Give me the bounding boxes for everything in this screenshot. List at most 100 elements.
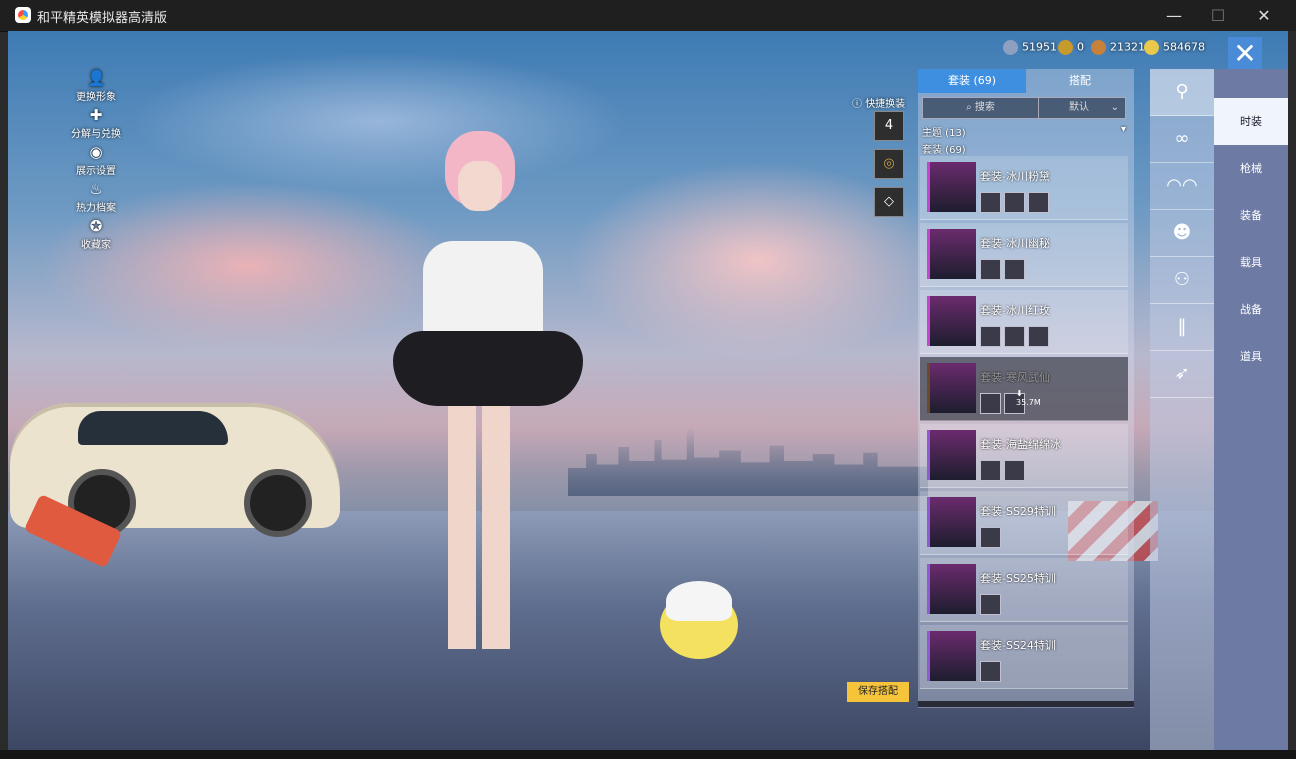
pants-icon[interactable]: ‖ <box>1150 304 1214 351</box>
eye-icon: ◉ <box>89 143 103 161</box>
hanger-icon[interactable]: ⚲ <box>1150 69 1214 116</box>
window-edge <box>1288 31 1296 750</box>
list-item[interactable]: 套装-SS29特训 <box>920 491 1128 555</box>
download-indicator[interactable]: ⬇ 35.7M <box>1016 389 1041 407</box>
person-icon: 👤 <box>87 69 106 87</box>
theme-header-text: 主题 (13) <box>922 128 966 139</box>
menu-label: 更换形象 <box>76 92 116 103</box>
download-size: 35.7M <box>1016 398 1041 407</box>
panel-tabs: 套装 (69) 搭配 <box>918 69 1134 93</box>
category-equipment[interactable]: 装备 <box>1214 192 1288 239</box>
category-column: 时装 枪械 装备 载具 战备 道具 <box>1214 69 1288 750</box>
change-appearance-button[interactable]: 👤 更换形象 <box>63 69 129 103</box>
item-name: 套装-冰川幽秘 <box>980 237 1050 250</box>
glasses-icon[interactable]: ◠◠ <box>1150 163 1214 210</box>
theme-header[interactable]: 主题 (13) ▾ <box>922 124 1128 139</box>
list-item[interactable]: 套装-冰川幽秘 <box>920 223 1128 287</box>
medal-icon: ✪ <box>89 217 103 235</box>
list-item[interactable]: 套装-冰川红玫 <box>920 290 1128 354</box>
item-name: 套装-寒风武仙 <box>980 371 1050 384</box>
list-item[interactable]: 套装-SS24特训 <box>920 625 1128 689</box>
accessory-icon <box>1004 259 1025 280</box>
currency-3: 21321 <box>1091 40 1145 55</box>
sort-value: 默认 <box>1069 102 1089 113</box>
taskbar-strip <box>0 750 1296 759</box>
car-window <box>78 411 228 445</box>
tab-suits[interactable]: 套装 (69) <box>918 69 1026 93</box>
app-logo-icon <box>15 7 31 23</box>
accessory-icon <box>1004 326 1025 347</box>
item-thumbnail <box>927 162 976 212</box>
accessory-icon <box>980 661 1001 682</box>
accessory-list <box>980 460 1028 485</box>
close-window-button[interactable]: ✕ <box>1242 3 1286 28</box>
quick-slot-badge-button[interactable]: ◎ <box>874 149 904 179</box>
car-wheel <box>244 469 312 537</box>
download-icon: ⬇ <box>1016 389 1023 398</box>
sort-select[interactable]: 默认 ⌄ <box>1038 97 1126 119</box>
category-fashion[interactable]: 时装 <box>1214 98 1288 145</box>
list-item[interactable]: 套装-寒风武仙 ⬇ 35.7M <box>920 357 1128 421</box>
save-outfit-button[interactable]: 保存搭配 <box>847 682 909 702</box>
maximize-button[interactable]: ☐ <box>1196 3 1240 28</box>
goggles-icon[interactable]: ∞ <box>1150 116 1214 163</box>
item-name: 套装-SS24特训 <box>980 639 1056 652</box>
chevron-down-icon: ⌄ <box>1110 102 1119 113</box>
item-thumbnail <box>927 296 976 346</box>
accessory-icon <box>980 192 1001 213</box>
panel-scrollbar[interactable] <box>918 701 1134 707</box>
menu-label: 展示设置 <box>76 166 116 177</box>
item-thumbnail <box>927 363 976 413</box>
quick-change-text: 快捷换装 <box>865 99 906 110</box>
mask-icon[interactable]: ☻ <box>1150 210 1214 257</box>
currency-1: 51951 <box>1003 40 1057 55</box>
window-title: 和平精英模拟器高清版 <box>37 11 168 26</box>
category-battle-prep[interactable]: 战备 <box>1214 286 1288 333</box>
accessory-list <box>980 661 1004 686</box>
outfit-panel: 套装 (69) 搭配 ⌕ 搜索 默认 ⌄ 主题 (13) ▾ 套装 (69) 套装-… <box>918 69 1134 708</box>
accessory-icon <box>1028 326 1049 347</box>
game-viewport: 👤 更换形象 ✚ 分解与兑换 ◉ 展示设置 ♨ 热力档案 ✪ 收藏家 51951… <box>8 31 1288 750</box>
accessory-list <box>980 192 1052 217</box>
category-guns[interactable]: 枪械 <box>1214 145 1288 192</box>
display-settings-button[interactable]: ◉ 展示设置 <box>63 143 129 177</box>
item-thumbnail <box>927 497 976 547</box>
category-props[interactable]: 道具 <box>1214 333 1288 380</box>
accessory-icon <box>980 259 1001 280</box>
menu-label: 热力档案 <box>76 203 116 214</box>
currency-value: 51951 <box>1022 40 1057 54</box>
item-name: 套装-冰川粉黛 <box>980 170 1050 183</box>
shoes-icon[interactable]: ➶ <box>1150 351 1214 398</box>
shirt-icon[interactable]: ⚇ <box>1150 257 1214 304</box>
accessory-list <box>980 259 1028 284</box>
quick-slot-button[interactable]: 4 <box>874 111 904 141</box>
chick-pet[interactable] <box>660 571 738 661</box>
window-titlebar: 和平精英模拟器高清版 — ☐ ✕ <box>0 0 1296 32</box>
suit-header: 套装 (69) <box>922 145 966 156</box>
collector-button[interactable]: ✪ 收藏家 <box>63 217 129 251</box>
coin-icon <box>1058 40 1073 55</box>
quick-slot-shield-button[interactable]: ◇ <box>874 187 904 217</box>
search-input[interactable]: ⌕ 搜索 <box>922 97 1039 119</box>
accessory-list <box>980 594 1004 619</box>
decompose-exchange-button[interactable]: ✚ 分解与兑换 <box>63 106 129 140</box>
player-character[interactable] <box>393 131 583 686</box>
character-skirt <box>393 331 583 406</box>
minimize-button[interactable]: — <box>1152 3 1196 28</box>
coin-icon <box>1091 40 1106 55</box>
list-item[interactable]: 套装-海盐绵绵冰 <box>920 424 1128 488</box>
accessory-icon <box>980 393 1001 414</box>
menu-label: 分解与兑换 <box>71 129 121 140</box>
accessory-icon <box>980 527 1001 548</box>
category-vehicles[interactable]: 载具 <box>1214 239 1288 286</box>
puzzle-icon: ✚ <box>89 106 103 124</box>
coin-icon <box>1144 40 1159 55</box>
close-panel-button[interactable]: ✕ <box>1228 37 1262 71</box>
item-name: 套装-SS29特训 <box>980 505 1056 518</box>
accessory-list <box>980 527 1004 552</box>
list-item[interactable]: 套装-SS25特训 <box>920 558 1128 622</box>
tab-combos[interactable]: 搭配 <box>1026 69 1134 93</box>
heat-archive-button[interactable]: ♨ 热力档案 <box>63 180 129 214</box>
city-skyline <box>568 426 928 496</box>
list-item[interactable]: 套装-冰川粉黛 <box>920 156 1128 220</box>
